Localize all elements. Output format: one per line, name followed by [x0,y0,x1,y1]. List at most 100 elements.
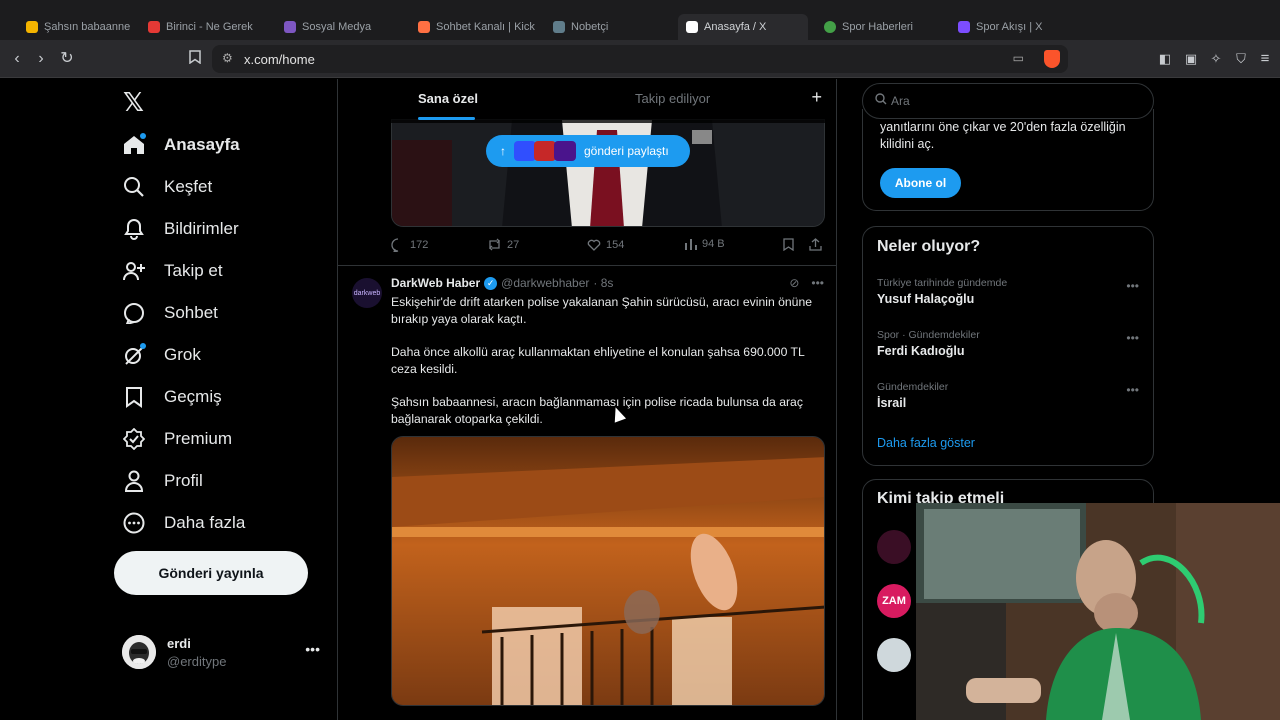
browser-tab[interactable]: Şahsın babaannesi, aracın [18,14,130,40]
account-switcher[interactable]: erdi @erditype ••• [122,635,330,675]
x-logo-icon[interactable]: 𝕏 [123,87,144,118]
grok-icon [122,343,146,367]
repost-button[interactable]: 27 [487,238,519,251]
search-icon [875,93,887,108]
trends-card: Neler oluyor? Türkiye tarihinde gündemde… [862,226,1154,466]
search-placeholder: Ara [891,94,910,108]
new-posts-pill[interactable]: ↑ gönderi paylaştı [486,135,690,167]
wallet-icon[interactable]: ▣ [1180,48,1202,70]
bookmark-page-icon[interactable] [184,48,206,70]
nav-item-grok[interactable]: Grok [122,335,201,375]
nav-item-bookmarks[interactable]: Geçmiş [122,377,222,417]
reload-icon[interactable]: ↻ [56,48,78,70]
nav-item-explore[interactable]: Keşfet [122,167,212,207]
address-bar[interactable]: ⚙ x.com/home ▭ [212,45,1068,73]
nav-item-notifications[interactable]: Bildirimler [122,209,239,249]
back-icon[interactable]: ‹ [6,48,28,70]
tweet-text: Eskişehir'de drift atarken polise yakala… [391,294,827,444]
search-icon [122,175,146,199]
new-posts-label: gönderi paylaştı [584,144,669,158]
browser-tab[interactable]: Birinci - Ne Gerek [140,14,265,40]
site-settings-icon[interactable]: ⚙ [222,51,233,65]
avatar[interactable] [877,530,911,564]
premium-text: yanıtlarını öne çıkar ve 20'den fazla öz… [880,120,1126,151]
account-handle: @erditype [167,654,227,669]
account-name: erdi [167,636,191,651]
tab-for-you[interactable]: Sana özel [418,91,478,106]
x-favicon [686,21,698,33]
left-navigation: 𝕏 Anasayfa Keşfet Bildirimler Takip et S… [110,79,330,720]
browser-tab[interactable]: Spor Haberleri [816,14,944,40]
author-handle[interactable]: @darkwebhaber [501,276,589,290]
more-dots-icon[interactable]: ••• [1126,331,1139,345]
tab-favicon [824,21,836,33]
tab-favicon [958,21,970,33]
nav-item-follow[interactable]: Takip et [122,251,223,291]
tweet-paragraph: Şahsın babaannesi, aracın bağlanmaması i… [391,395,803,426]
avatar[interactable]: ZAM [877,584,911,618]
tab-following[interactable]: Takip ediliyor [635,91,710,106]
like-button[interactable]: 154 [587,238,624,251]
tweet-paragraph: Eskişehir'de drift atarken polise yakala… [391,295,813,326]
more-dots-icon[interactable]: ••• [305,641,320,657]
subscribe-button[interactable]: Abone ol [880,168,961,198]
views-button[interactable]: 94 B [685,238,725,250]
tab-favicon [553,21,565,33]
verified-badge-icon: ✓ [484,276,498,290]
bookmark-icon[interactable] [783,238,794,251]
more-circle-icon [122,511,146,535]
avatar[interactable]: darkweb [352,278,382,308]
main-feed: Sana özel Takip ediliyor + ↑ gönderi pay… [337,79,837,720]
tweet-video[interactable] [391,436,825,706]
nav-item-profile[interactable]: Profil [122,461,203,501]
avatar [122,635,156,669]
grok-icon[interactable]: ⊘ [789,276,799,290]
share-icon[interactable] [809,238,822,251]
nav-item-premium[interactable]: Premium [122,419,232,459]
person-plus-icon [122,259,146,283]
show-more-link[interactable]: Daha fazla göster [877,436,975,450]
trend-item[interactable]: Türkiye tarihinde gündemde Yusuf Halaçoğ… [877,277,1139,313]
feed-tabs: Sana özel Takip ediliyor + [338,79,836,123]
avatar [554,141,576,161]
arrow-up-icon: ↑ [500,144,506,158]
trend-item[interactable]: Spor · Gündemdekiler Ferdi Kadıoğlu ••• [877,329,1139,365]
more-dots-icon[interactable]: ••• [1126,279,1139,293]
browser-tab[interactable]: Sosyal Medya [276,14,401,40]
avatar[interactable] [877,638,911,672]
cast-icon[interactable]: ▭ [1013,51,1024,65]
brave-shield-icon[interactable] [1044,50,1060,68]
search-input[interactable]: Ara [862,83,1154,119]
forward-icon[interactable]: › [30,48,52,70]
webcam-overlay [916,503,1280,720]
browser-tab-active[interactable]: Anasayfa / X [678,14,808,40]
menu-icon[interactable]: ≡ [1254,48,1276,70]
nav-item-chat[interactable]: Sohbet [122,293,218,333]
trends-title: Neler oluyor? [877,238,981,255]
reply-button[interactable]: 172 [391,238,428,252]
browser-tab[interactable]: Sohbet Kanalı | Kick [410,14,535,40]
nav-item-home[interactable]: Anasayfa [122,125,240,165]
chat-icon [122,301,146,325]
trend-item[interactable]: Gündemdekiler İsrail ••• [877,381,1139,417]
browser-tab[interactable]: Spor Akışı | X [950,14,1080,40]
plus-icon[interactable]: + [811,87,822,108]
author-name[interactable]: DarkWeb Haber [391,276,480,290]
more-dots-icon[interactable]: ••• [811,276,824,290]
tweet-tools: ⊘ ••• [789,276,824,290]
sidebar-icon[interactable]: ◧ [1154,48,1176,70]
leo-ai-icon[interactable]: ✧ [1205,48,1227,70]
nav-item-more[interactable]: Daha fazla [122,503,245,543]
active-tab-indicator [418,117,475,120]
premium-icon [122,427,146,451]
more-dots-icon[interactable]: ••• [1126,383,1139,397]
vpn-icon[interactable]: ⛉ [1230,48,1252,70]
tweet[interactable]: darkweb DarkWeb Haber ✓ @darkwebhaber · … [338,266,836,720]
bookmark-icon [122,385,146,409]
home-icon [122,133,146,157]
avatar [534,141,556,161]
browser-tab-strip: Şahsın babaannesi, aracın Birinci - Ne G… [0,0,1280,40]
post-time[interactable]: · 8s [593,276,613,290]
browser-tab[interactable]: Nobetçi [545,14,670,40]
post-button[interactable]: Gönderi yayınla [114,551,308,595]
